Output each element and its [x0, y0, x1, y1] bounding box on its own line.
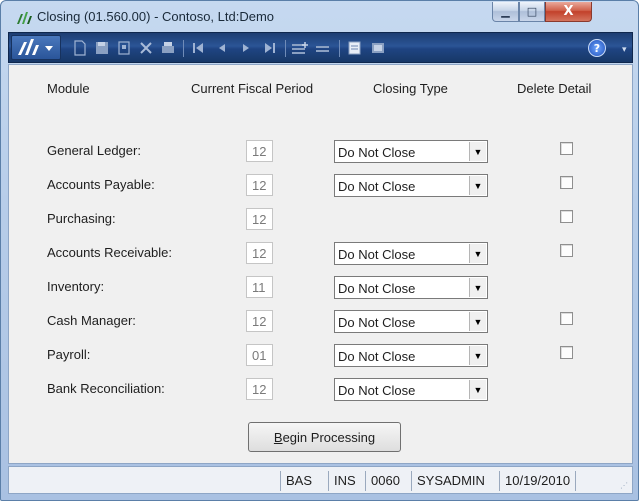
row-label: Purchasing: — [47, 211, 116, 226]
maximize-button[interactable]: □ — [519, 2, 545, 22]
header-closing-type: Closing Type — [373, 81, 448, 96]
minimize-button[interactable]: ▁ — [492, 2, 519, 22]
closing-type-select[interactable]: Do Not Close ▼ — [334, 344, 488, 367]
closing-type-select[interactable]: Do Not Close ▼ — [334, 174, 488, 197]
resize-grip-icon[interactable]: ⋰ — [620, 481, 630, 491]
closing-type-value: Do Not Close — [338, 247, 416, 262]
closing-type-value: Do Not Close — [338, 383, 416, 398]
row-label: Cash Manager: — [47, 313, 136, 328]
fiscal-period-field[interactable]: 11 — [246, 276, 273, 298]
status-insert: INS — [328, 471, 356, 491]
title-bar[interactable]: Closing (01.560.00) - Contoso, Ltd:Demo … — [1, 1, 638, 31]
header-delete-detail: Delete Detail — [517, 81, 592, 96]
fiscal-period-field[interactable]: 12 — [246, 242, 273, 264]
status-bar: BAS INS 0060 SYSADMIN 10/19/2010 ⋰ — [8, 466, 633, 494]
toolbar-separator — [183, 40, 184, 57]
notes-icon[interactable] — [346, 39, 364, 57]
help-glyph: ? — [593, 41, 601, 55]
dropdown-arrow-icon[interactable]: ▼ — [469, 346, 486, 365]
dropdown-arrow-icon[interactable]: ▼ — [469, 380, 486, 399]
begin-processing-button[interactable]: Begin Processing — [248, 422, 401, 452]
insert-row-icon[interactable] — [291, 39, 309, 57]
fiscal-period-field[interactable]: 12 — [246, 378, 273, 400]
closing-type-select[interactable]: Do Not Close ▼ — [334, 378, 488, 401]
dropdown-arrow-icon[interactable]: ▼ — [469, 244, 486, 263]
close-icon: X — [563, 4, 574, 19]
window-title: Closing (01.560.00) - Contoso, Ltd:Demo — [37, 9, 275, 24]
save-icon[interactable] — [93, 39, 111, 57]
last-record-icon[interactable] — [261, 39, 279, 57]
new-icon[interactable] — [71, 39, 89, 57]
help-icon[interactable]: ? — [588, 39, 606, 57]
toolbar: ? ▾ — [8, 32, 633, 63]
dropdown-arrow-icon[interactable]: ▼ — [469, 312, 486, 331]
delete-detail-checkbox[interactable] — [560, 244, 573, 257]
fiscal-period-field[interactable]: 12 — [246, 208, 273, 230]
next-record-icon[interactable] — [237, 39, 255, 57]
row-label: Bank Reconciliation: — [47, 381, 165, 396]
dynamics-logo-icon — [17, 12, 32, 24]
print-icon[interactable] — [159, 39, 177, 57]
closing-type-value: Do Not Close — [338, 145, 416, 160]
status-date: 10/19/2010 — [499, 471, 577, 491]
closing-type-select[interactable]: Do Not Close ▼ — [334, 140, 488, 163]
row-label: General Ledger: — [47, 143, 141, 158]
row-label: Accounts Payable: — [47, 177, 155, 192]
dynamics-menu-icon — [18, 39, 53, 55]
delete-detail-checkbox[interactable] — [560, 312, 573, 325]
status-mode: BAS — [280, 471, 312, 491]
attach-icon[interactable] — [369, 39, 387, 57]
dropdown-arrow-icon[interactable]: ▼ — [469, 176, 486, 195]
closing-type-select[interactable]: Do Not Close ▼ — [334, 242, 488, 265]
closing-window: Closing (01.560.00) - Contoso, Ltd:Demo … — [0, 0, 639, 501]
close-button[interactable]: X — [545, 2, 592, 22]
header-current-fiscal-period: Current Fiscal Period — [191, 81, 314, 96]
status-user: SYSADMIN — [411, 471, 485, 491]
closing-type-value: Do Not Close — [338, 179, 416, 194]
closing-type-select[interactable]: Do Not Close ▼ — [334, 310, 488, 333]
begin-processing-accelerator: B — [273, 429, 283, 445]
row-label: Inventory: — [47, 279, 105, 294]
row-label: Accounts Receivable: — [47, 245, 173, 260]
delete-row-icon[interactable] — [315, 39, 333, 57]
status-company: 0060 — [365, 471, 400, 491]
begin-processing-label: egin Processing — [282, 429, 376, 445]
previous-record-icon[interactable] — [213, 39, 231, 57]
application-menu-button[interactable] — [11, 35, 61, 60]
dropdown-arrow-icon[interactable]: ▼ — [469, 142, 486, 161]
toolbar-separator — [285, 40, 286, 57]
maximize-icon: □ — [526, 5, 538, 18]
delete-detail-checkbox[interactable] — [560, 176, 573, 189]
dropdown-arrow-icon[interactable]: ▼ — [469, 278, 486, 297]
row-label: Payroll: — [47, 347, 91, 362]
fiscal-period-field[interactable]: 01 — [246, 344, 273, 366]
header-module: Module — [47, 81, 90, 96]
fiscal-period-field[interactable]: 12 — [246, 310, 273, 332]
closing-type-select[interactable]: Do Not Close ▼ — [334, 276, 488, 299]
fiscal-period-field[interactable]: 12 — [246, 174, 273, 196]
first-record-icon[interactable] — [189, 39, 207, 57]
closing-type-value: Do Not Close — [338, 281, 416, 296]
closing-type-value: Do Not Close — [338, 349, 416, 364]
toolbar-overflow-icon[interactable]: ▾ — [622, 45, 632, 55]
delete-detail-checkbox[interactable] — [560, 142, 573, 155]
delete-icon[interactable] — [137, 39, 155, 57]
fiscal-period-field[interactable]: 12 — [246, 140, 273, 162]
delete-detail-checkbox[interactable] — [560, 210, 573, 223]
toolbar-separator — [339, 40, 340, 57]
minimize-icon: ▁ — [501, 5, 510, 18]
copy-icon[interactable] — [115, 39, 133, 57]
closing-type-value: Do Not Close — [338, 315, 416, 330]
delete-detail-checkbox[interactable] — [560, 346, 573, 359]
closing-form: Module Current Fiscal Period Closing Typ… — [8, 64, 633, 464]
